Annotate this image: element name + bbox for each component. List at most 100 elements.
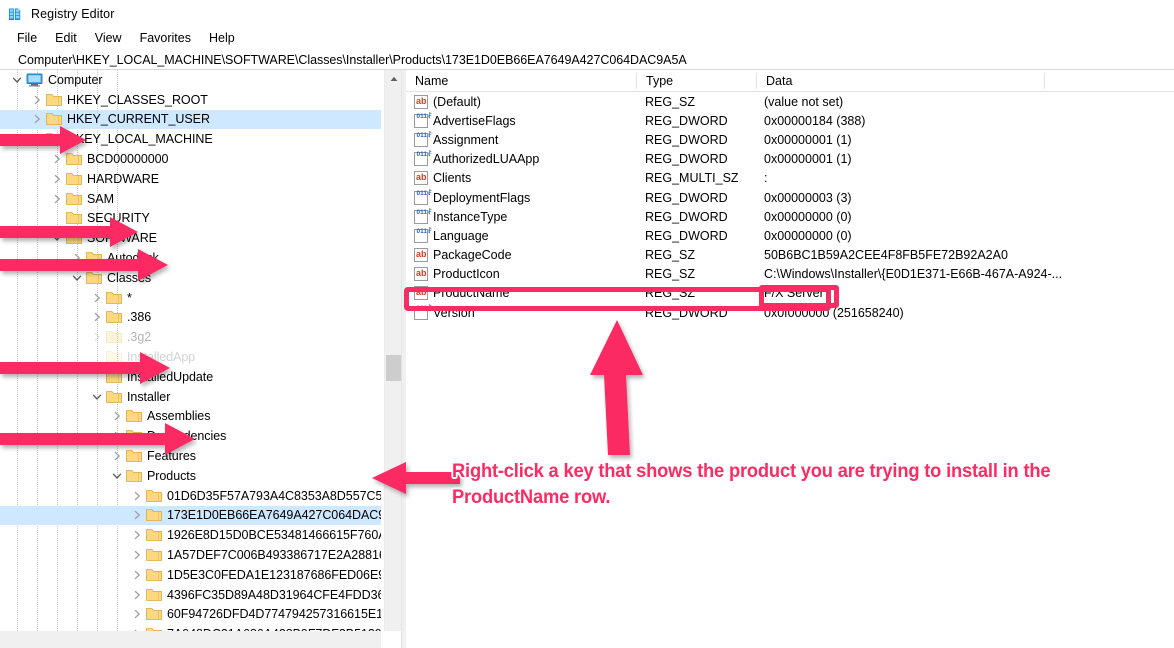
tree-item[interactable]: 173E1D0EB66EA7649A427C064DAC9A5A	[0, 505, 381, 526]
tree-item[interactable]: *	[0, 288, 381, 308]
tree-item-label: Dependencies	[147, 429, 227, 444]
column-divider[interactable]	[1044, 72, 1045, 89]
tree-item[interactable]: Products	[0, 466, 381, 486]
chevron-down-icon[interactable]	[9, 72, 25, 88]
chevron-down-icon[interactable]	[89, 389, 105, 405]
value-type: REG_DWORD	[645, 132, 728, 147]
folder-icon	[66, 152, 82, 166]
scroll-up-icon[interactable]	[385, 70, 401, 87]
tree-item-label: 173E1D0EB66EA7649A427C064DAC9A5A	[167, 508, 381, 523]
string-value-icon	[413, 247, 429, 263]
value-row[interactable]: AuthorizedLUAApp REG_DWORD 0x00000001 (1)	[406, 150, 1174, 169]
value-row[interactable]: Assignment REG_DWORD 0x00000001 (1)	[406, 130, 1174, 149]
product-name-value-highlight	[759, 285, 839, 308]
menu-file[interactable]: File	[17, 29, 46, 47]
value-row[interactable]: InstanceType REG_DWORD 0x00000000 (0)	[406, 207, 1174, 226]
address-bar[interactable]: Computer\HKEY_LOCAL_MACHINE\SOFTWARE\Cla…	[0, 49, 1174, 70]
chevron-right-icon[interactable]	[49, 171, 65, 187]
chevron-right-icon[interactable]	[129, 587, 145, 603]
column-header-data[interactable]: Data	[757, 70, 1045, 92]
tree-item[interactable]: SAM	[0, 189, 381, 209]
tree-item[interactable]: Computer	[0, 70, 381, 90]
tree-item[interactable]: SECURITY	[0, 209, 381, 229]
dword-value-icon	[413, 209, 432, 225]
chevron-right-icon[interactable]	[129, 606, 145, 622]
value-data: 0x00000001 (1)	[764, 152, 852, 167]
column-header-name[interactable]: Name	[406, 70, 637, 92]
computer-icon	[26, 73, 43, 87]
tree-item[interactable]: Features	[0, 446, 381, 466]
value-type: REG_DWORD	[645, 209, 728, 224]
tree-item[interactable]: Assemblies	[0, 407, 381, 427]
chevron-right-icon[interactable]	[129, 567, 145, 583]
menu-edit[interactable]: Edit	[55, 29, 86, 47]
tree-item[interactable]: Classes	[0, 268, 381, 288]
chevron-right-icon[interactable]	[49, 151, 65, 167]
tree-item[interactable]: SOFTWARE	[0, 228, 381, 248]
dword-value-icon	[413, 151, 432, 167]
tree-item[interactable]: Installer	[0, 387, 381, 407]
chevron-down-icon[interactable]	[29, 131, 45, 147]
value-row[interactable]: Clients REG_MULTI_SZ:	[406, 169, 1174, 188]
value-data: C:\Windows\Installer\{E0D1E371-E66B-467A…	[764, 267, 1063, 282]
dword-value-icon	[413, 228, 432, 244]
tree-item[interactable]: HKEY_CURRENT_USER	[0, 109, 381, 130]
chevron-down-icon[interactable]	[109, 468, 125, 484]
chevron-right-icon[interactable]	[49, 191, 65, 207]
folder-icon	[46, 93, 62, 107]
tree-item[interactable]: Autodesk	[0, 248, 381, 268]
value-data: 0x00000000 (0)	[764, 228, 852, 243]
folder-icon	[146, 489, 162, 503]
chevron-right-icon[interactable]	[29, 92, 45, 108]
tree-item[interactable]: HKEY_CLASSES_ROOT	[0, 90, 381, 110]
tree-item[interactable]: BCD00000000	[0, 149, 381, 169]
chevron-right-icon[interactable]	[109, 428, 125, 444]
column-header-type[interactable]: Type	[637, 70, 757, 92]
chevron-right-icon[interactable]	[89, 290, 105, 306]
chevron-right-icon[interactable]	[129, 547, 145, 563]
value-row[interactable]: AdvertiseFlags REG_DWORD 0x00000184 (388)	[406, 111, 1174, 130]
value-data: 0x00000184 (388)	[764, 113, 866, 128]
tree-item[interactable]: InstalledApp	[0, 347, 381, 367]
tree-scrollbar-thumb[interactable]	[386, 355, 401, 381]
tree-item[interactable]: HKEY_LOCAL_MACHINE	[0, 129, 381, 149]
value-row[interactable]: Language REG_DWORD 0x00000000 (0)	[406, 226, 1174, 245]
tree-item[interactable]: .3g2	[0, 327, 381, 347]
tree-vertical-scrollbar[interactable]	[384, 70, 401, 631]
menu-favorites[interactable]: Favorites	[140, 29, 200, 47]
chevron-right-icon[interactable]	[89, 309, 105, 325]
tree-item-label: SAM	[87, 191, 114, 206]
menu-view[interactable]: View	[95, 29, 131, 47]
value-row[interactable]: ProductIcon REG_SZ C:\Windows\Installer\{E…	[406, 265, 1174, 284]
tree-item[interactable]: 1A57DEF7C006B493386717E2A288162F	[0, 545, 381, 565]
tree-item[interactable]: 01D6D35F57A793A4C8353A8D557C5CA0	[0, 486, 381, 506]
chevron-right-icon[interactable]	[29, 111, 45, 127]
tree-item[interactable]: Dependencies	[0, 426, 381, 446]
chevron-right-icon[interactable]	[129, 507, 145, 523]
value-row[interactable]: (Default) REG_SZ (value not set)	[406, 92, 1174, 111]
value-data: 0x00000000 (0)	[764, 209, 852, 224]
tree-item-label: 1A57DEF7C006B493386717E2A288162F	[167, 548, 381, 563]
chevron-right-icon[interactable]	[89, 329, 105, 345]
chevron-down-icon[interactable]	[49, 230, 65, 246]
tree-item[interactable]: .386	[0, 308, 381, 328]
value-row[interactable]: PackageCode REG_SZ 50B6BC1B59A2CEE4F8FB5FE…	[406, 246, 1174, 265]
tree-item[interactable]: 1D5E3C0FEDA1E123187686FED06E995A	[0, 565, 381, 585]
tree-horizontal-scrollbar[interactable]	[0, 631, 381, 648]
tree-item-label: Classes	[107, 270, 152, 285]
chevron-right-icon[interactable]	[109, 448, 125, 464]
chevron-right-icon[interactable]	[69, 250, 85, 266]
chevron-down-icon[interactable]	[69, 270, 85, 286]
tree-item[interactable]: InstalledUpdate	[0, 367, 381, 387]
chevron-right-icon[interactable]	[109, 408, 125, 424]
chevron-right-icon[interactable]	[129, 527, 145, 543]
tree-item[interactable]: 1926E8D15D0BCE53481466615F760A7F	[0, 525, 381, 545]
menu-help[interactable]: Help	[209, 29, 244, 47]
tree-item[interactable]: 60F94726DFD4D774794257316615E1D5	[0, 605, 381, 625]
registry-tree[interactable]: Computer HKEY_CLASSES_ROOT HKEY_CURRENT_US…	[0, 70, 381, 648]
value-row[interactable]: DeploymentFlags REG_DWORD 0x00000003 (3)	[406, 188, 1174, 207]
chevron-right-icon[interactable]	[129, 488, 145, 504]
tree-item[interactable]: 4396FC35D89A48D31964CFE4FDD36514	[0, 585, 381, 605]
tree-item[interactable]: HARDWARE	[0, 169, 381, 189]
